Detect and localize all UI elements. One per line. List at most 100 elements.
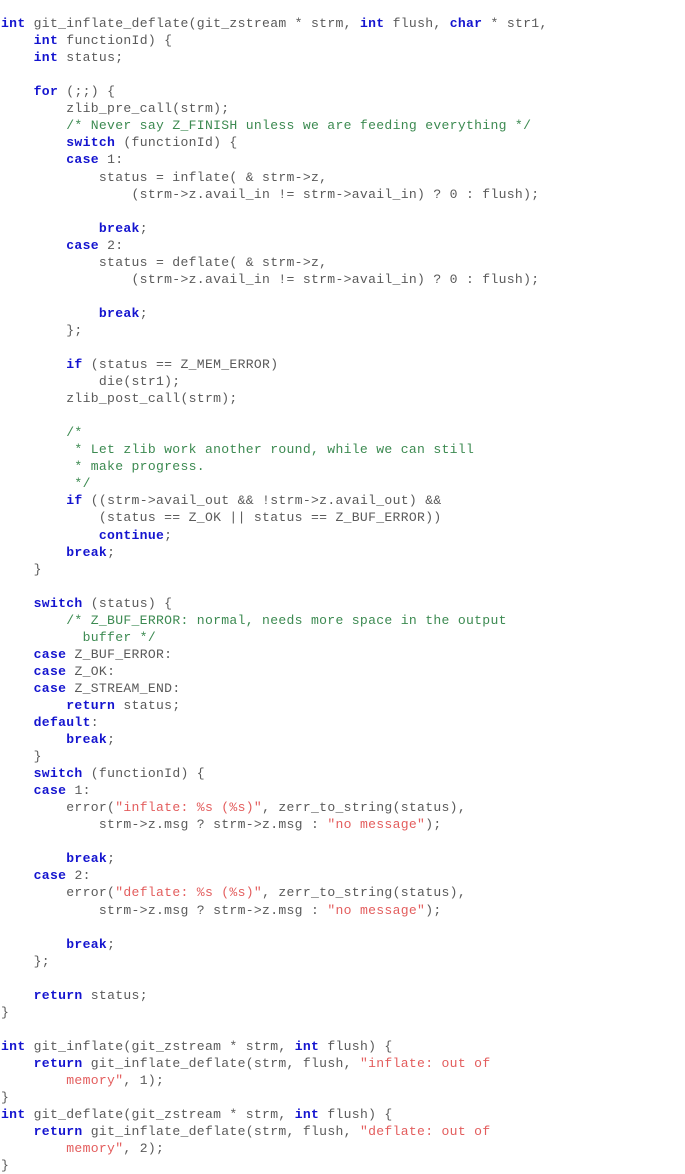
code-line: return status; xyxy=(1,697,685,714)
code-line: return git_inflate_deflate(strm, flush, … xyxy=(1,1123,685,1140)
code-token-pl: status; xyxy=(115,697,181,713)
code-token-pl: ); xyxy=(425,902,442,918)
code-line: int git_inflate_deflate(git_zstream * st… xyxy=(1,15,685,32)
code-token-pl: 2: xyxy=(66,868,91,884)
code-line: case Z_BUF_ERROR: xyxy=(1,646,685,663)
code-token-cm: buffer */ xyxy=(82,629,156,645)
code-token-pl: : xyxy=(90,715,99,731)
code-token-kw: int xyxy=(33,50,59,66)
code-line: memory", 1); xyxy=(1,1072,685,1089)
code-token-pl: 1: xyxy=(98,152,124,168)
code-token-kw: break xyxy=(98,305,140,321)
code-token-kw: switch xyxy=(66,135,116,151)
code-line: buffer */ xyxy=(1,629,685,646)
code-token-pl: (status == Z_MEM_ERROR) xyxy=(82,357,279,373)
code-line: case Z_STREAM_END: xyxy=(1,680,685,697)
code-token-cm: */ xyxy=(74,476,91,492)
code-token-kw: int xyxy=(1,1107,26,1123)
code-token-pl: zlib_pre_call(strm); xyxy=(1,101,230,117)
code-token-kw: int xyxy=(33,33,59,49)
code-token-pl: git_inflate_deflate(strm, flush, xyxy=(82,1055,360,1071)
code-line: return git_inflate_deflate(strm, flush, … xyxy=(1,1055,685,1072)
code-token-pl: flush) { xyxy=(319,1038,393,1054)
code-token-pl: flush) { xyxy=(319,1107,393,1123)
code-line: switch (functionId) { xyxy=(1,134,685,151)
code-token-pl: ; xyxy=(139,220,148,236)
code-token-kw: switch xyxy=(33,595,83,611)
code-token-pl: zlib_post_call(strm); xyxy=(1,391,238,407)
code-token-pl: } xyxy=(1,1158,10,1174)
code-token-pl: , zerr_to_string(status), xyxy=(262,800,467,816)
code-token-cm: /* xyxy=(66,425,83,441)
code-line: switch (status) { xyxy=(1,595,685,612)
code-token-pl: status = inflate( & strm->z, xyxy=(1,169,328,185)
code-line: continue; xyxy=(1,527,685,544)
code-line: (strm->z.avail_in != strm->avail_in) ? 0… xyxy=(1,271,685,288)
code-line: }; xyxy=(1,322,685,339)
code-token-pl: flush, xyxy=(384,16,450,32)
code-token-str: memory" xyxy=(1,1073,124,1088)
code-line: break; xyxy=(1,850,685,867)
code-line: } xyxy=(1,561,685,578)
code-token-pl: (status == Z_OK || status == Z_BUF_ERROR… xyxy=(1,510,442,526)
code-token-pl: status; xyxy=(82,987,148,1003)
code-line: die(str1); xyxy=(1,373,685,390)
code-token-str: "no message" xyxy=(327,817,426,833)
code-token-kw: case xyxy=(33,783,67,799)
code-token-str: "inflate: out of xyxy=(359,1055,491,1071)
code-line: int functionId) { xyxy=(1,32,685,49)
code-token-kw: break xyxy=(66,936,108,952)
code-token-pl: ; xyxy=(164,527,173,543)
code-token-kw: int xyxy=(1,1038,26,1054)
code-token-pl: Z_STREAM_END: xyxy=(66,680,181,696)
code-token-pl: git_inflate(git_zstream * strm, xyxy=(25,1038,295,1054)
code-token-pl: * str1, xyxy=(482,16,548,32)
code-token-pl: (strm->z.avail_in != strm->avail_in) ? 0… xyxy=(1,186,540,202)
code-line: status = inflate( & strm->z, xyxy=(1,169,685,186)
code-token-str: "deflate: out of xyxy=(359,1124,491,1140)
code-token-kw: int xyxy=(359,16,385,32)
code-line: return status; xyxy=(1,987,685,1004)
code-line: break; xyxy=(1,731,685,748)
code-token-kw: break xyxy=(66,851,108,867)
code-token-pl: }; xyxy=(1,953,50,969)
code-token-pl: git_inflate_deflate(git_zstream * strm, xyxy=(25,16,360,32)
code-line: */ xyxy=(1,475,685,492)
code-token-pl: Z_BUF_ERROR: xyxy=(66,646,173,662)
code-line: case 1: xyxy=(1,151,685,168)
code-line: default: xyxy=(1,714,685,731)
code-token-kw: case xyxy=(33,680,67,696)
code-token-kw: if xyxy=(66,357,83,373)
code-token-pl: ; xyxy=(107,732,116,748)
code-line: int git_inflate(git_zstream * strm, int … xyxy=(1,1038,685,1055)
code-token-pl: status = deflate( & strm->z, xyxy=(1,254,328,270)
code-token-kw: int xyxy=(294,1038,320,1054)
code-token-kw: return xyxy=(33,1124,83,1140)
code-line: int status; xyxy=(1,49,685,66)
code-line: memory", 2); xyxy=(1,1140,685,1157)
code-line: /* xyxy=(1,424,685,441)
code-token-pl: ); xyxy=(425,817,442,833)
code-line: strm->z.msg ? strm->z.msg : "no message"… xyxy=(1,902,685,919)
